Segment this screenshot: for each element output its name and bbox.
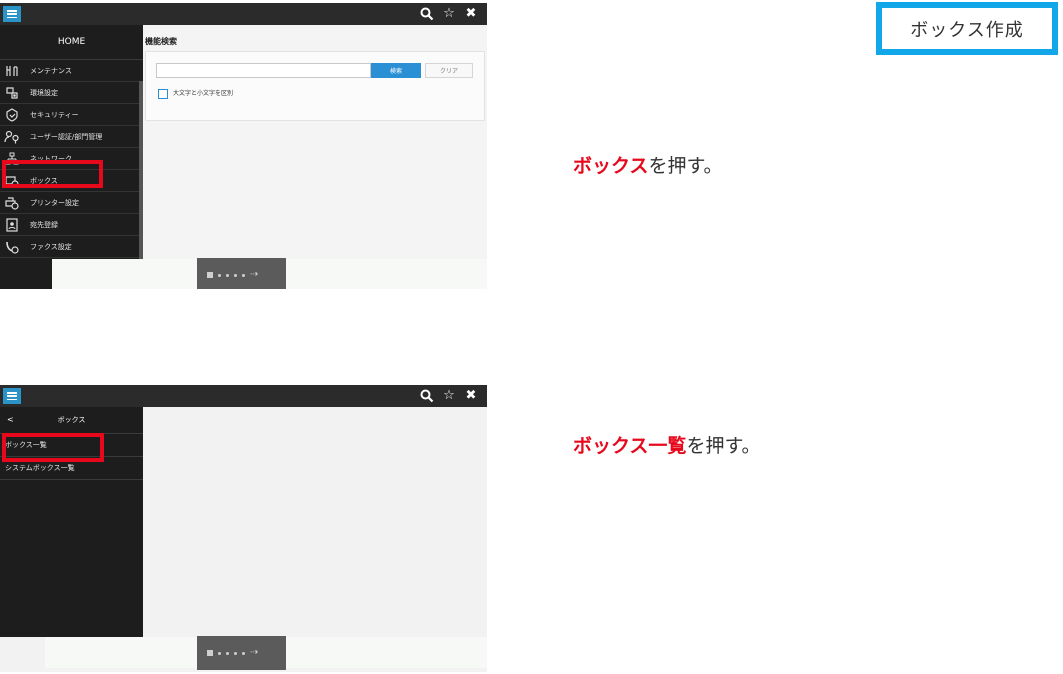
search-card: 検索 クリア 大文字と小文字を区別 [145, 51, 485, 121]
instruction-step-2: ボックス一覧を押す。 [573, 431, 761, 458]
dot-icon [218, 651, 221, 655]
sidebar-item-fax-settings[interactable]: ファクス設定 [0, 236, 143, 258]
close-icon[interactable]: ✖ [463, 6, 479, 22]
clear-button[interactable]: クリア [425, 63, 473, 78]
user-auth-icon [4, 130, 19, 143]
search-icon[interactable] [419, 6, 435, 22]
printer-settings-icon [5, 196, 19, 210]
sidebar-item-maintenance[interactable]: メンテナンス [0, 60, 143, 82]
sidebar-item-label: プリンター設定 [30, 198, 79, 207]
box-sidebar-header: < ボックス [0, 407, 143, 434]
maintenance-icon [6, 65, 18, 76]
device-screen-2: ☆ ✖ < ボックス ボックス一覧 システムボックス一覧 ⇢ [0, 385, 487, 672]
fax-settings-icon [6, 241, 19, 254]
search-input[interactable] [156, 63, 371, 78]
sidebar-item-address-register[interactable]: 宛先登録 [0, 214, 143, 236]
dot-icon [226, 651, 229, 655]
sidebar-item-printer-settings[interactable]: プリンター設定 [0, 192, 143, 214]
box-sidebar-title: ボックス [57, 416, 86, 424]
address-register-icon [6, 217, 18, 232]
dot-icon [242, 651, 245, 655]
function-search-title: 機能検索 [145, 37, 177, 46]
favorite-star-icon[interactable]: ☆ [441, 6, 457, 22]
stop-square-icon [207, 272, 213, 278]
instruction-highlight: ボックス一覧 [573, 435, 687, 457]
dot-icon [218, 273, 221, 277]
sidebar-item-label: 宛先登録 [30, 220, 58, 229]
menu-icon[interactable] [3, 6, 21, 22]
dot-icon [234, 651, 237, 655]
arrow-right-icon: ⇢ [250, 269, 259, 280]
function-search-panel: 機能検索 検索 クリア 大文字と小文字を区別 [143, 25, 487, 259]
back-button[interactable]: < [7, 415, 14, 424]
sidebar-item-label: ファクス設定 [30, 242, 72, 251]
search-button[interactable]: 検索 [371, 63, 421, 78]
sidebar-home[interactable]: HOME [0, 25, 143, 60]
close-icon[interactable]: ✖ [463, 388, 479, 404]
security-shield-icon [6, 107, 18, 122]
sidebar-item-security[interactable]: セキュリティー [0, 104, 143, 126]
menu-icon[interactable] [3, 388, 21, 404]
instruction-step-1: ボックスを押す。 [573, 151, 723, 178]
settings-sidebar: HOME メンテナンス 環境設定 セキュリティー ユーザー認証/部門管理 ネット… [0, 25, 143, 289]
environment-settings-icon [6, 86, 18, 99]
instruction-text: を押す。 [686, 435, 761, 457]
sidebar-home-label: HOME [57, 37, 86, 47]
top-bar: ☆ ✖ [0, 385, 487, 407]
status-bar[interactable]: ⇢ [197, 258, 286, 289]
top-bar: ☆ ✖ [0, 3, 487, 25]
status-bar[interactable]: ⇢ [197, 636, 286, 670]
favorite-star-icon[interactable]: ☆ [441, 388, 457, 404]
dot-icon [242, 273, 245, 277]
case-sensitive-label: 大文字と小文字を区別 [173, 90, 234, 97]
instruction-highlight: ボックス [573, 155, 649, 177]
highlight-box-item [2, 160, 103, 188]
sidebar-item-label: セキュリティー [30, 110, 79, 119]
sidebar-item-user-auth[interactable]: ユーザー認証/部門管理 [0, 126, 143, 148]
create-box-button[interactable]: ボックス作成 [876, 2, 1058, 55]
instruction-text: を押す。 [648, 155, 723, 177]
case-sensitive-checkbox[interactable] [158, 89, 168, 99]
sidebar-item-label: ユーザー認証/部門管理 [30, 132, 103, 141]
sidebar-item-label: システムボックス一覧 [5, 464, 75, 472]
sidebar-item-label: 環境設定 [30, 88, 58, 97]
dot-icon [226, 273, 229, 277]
stop-square-icon [207, 650, 213, 656]
highlight-box-list-item [2, 433, 104, 462]
sidebar-item-environment[interactable]: 環境設定 [0, 82, 143, 104]
arrow-right-icon: ⇢ [250, 647, 259, 658]
sidebar-item-label: メンテナンス [30, 66, 72, 75]
search-icon[interactable] [419, 388, 435, 404]
content-area [143, 407, 487, 637]
device-screen-1: ☆ ✖ HOME メンテナンス 環境設定 セキュリティー ユーザー認証/部門管理… [0, 3, 487, 289]
dot-icon [234, 273, 237, 277]
